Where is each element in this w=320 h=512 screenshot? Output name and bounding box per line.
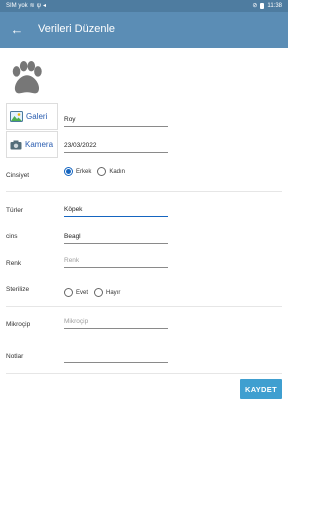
radio-unselected-icon (64, 288, 73, 297)
carrier-text: SIM yok (6, 3, 28, 9)
status-bar: SIM yok ≋ ψ ◂ ⊘ 11:38 (0, 0, 288, 12)
section-divider (6, 373, 282, 374)
wifi-icon: ≋ (29, 3, 35, 9)
back-button[interactable]: ← (6, 18, 28, 40)
sterilize-label: Sterilize (6, 286, 30, 293)
camera-label: Kamera (25, 140, 54, 149)
gender-option-female[interactable]: Kadın (97, 167, 125, 176)
gender-option-male[interactable]: Erkek (64, 167, 91, 176)
notes-field[interactable] (64, 353, 168, 363)
camera-button[interactable]: Kamera (6, 131, 58, 158)
usb-icon: ψ (36, 3, 41, 9)
species-field[interactable]: Köpek (64, 206, 168, 217)
gender-radio-group: Erkek Kadın (64, 167, 131, 176)
breed-field[interactable]: Beagl (64, 233, 168, 244)
color-field[interactable]: Renk (64, 257, 168, 268)
microchip-label: Mikroçip (6, 321, 31, 328)
arrow-left-icon: ← (10, 21, 24, 37)
sterilize-option-yes[interactable]: Evet (64, 288, 88, 297)
camera-icon (10, 140, 22, 149)
page-title: Verileri Düzenle (38, 23, 116, 35)
radio-unselected-icon (94, 288, 104, 297)
send-icon: ◂ (42, 3, 46, 9)
gallery-label: Galeri (26, 112, 48, 121)
radio-selected-icon (64, 167, 73, 176)
paw-icon[interactable] (8, 60, 46, 98)
section-divider (6, 191, 282, 192)
app-bar: ← Verileri Düzenle (0, 12, 288, 48)
sterilize-radio-group: Evet Hayır (64, 288, 126, 297)
name-field[interactable]: Roy (64, 116, 168, 127)
color-label: Renk (6, 260, 22, 267)
birth-date-field[interactable]: 23/03/2022 (64, 142, 168, 153)
microchip-field[interactable]: Mikroçip (64, 318, 168, 329)
gallery-button[interactable]: Galeri (6, 103, 58, 130)
battery-icon (260, 3, 265, 9)
breed-label: cins (6, 233, 18, 240)
gender-label: Cinsiyet (6, 172, 30, 179)
alarm-off-icon: ⊘ (252, 3, 258, 9)
save-button[interactable]: KAYDET (240, 379, 282, 399)
species-label: Türler (6, 207, 23, 214)
clock-text: 11:38 (267, 3, 282, 9)
sterilize-option-no[interactable]: Hayır (94, 288, 120, 297)
radio-unselected-icon (97, 167, 107, 176)
notes-label: Notlar (6, 353, 24, 360)
image-icon (10, 111, 23, 122)
section-divider (6, 306, 282, 307)
